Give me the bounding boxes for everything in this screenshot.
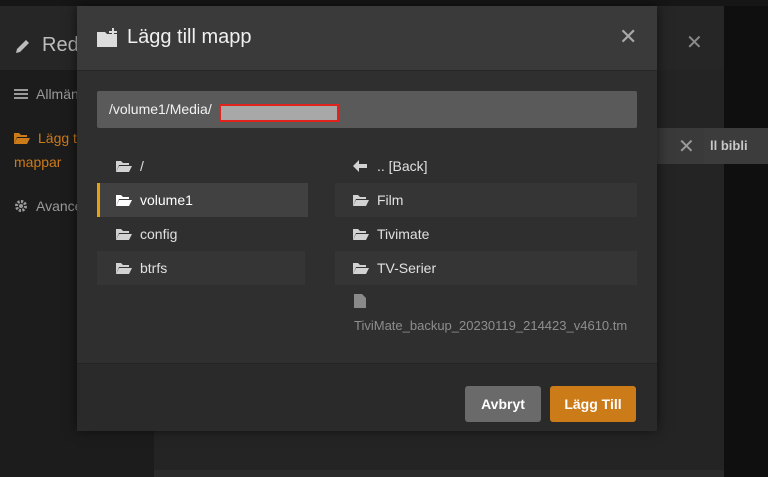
folder-open-icon (116, 194, 134, 207)
arrow-left-icon (353, 160, 371, 172)
background-title: Red (14, 34, 79, 57)
dialog-footer: Avbryt Lägg Till (77, 363, 657, 431)
background-title-text: Red (42, 34, 79, 56)
pencil-icon (14, 37, 32, 55)
entry-folder-film[interactable]: Film (335, 183, 637, 217)
folder-open-icon (353, 194, 371, 207)
sidebar-item-add-folders-line2: mappar (14, 154, 61, 170)
folder-open-icon (116, 228, 134, 241)
directory-item-btrfs[interactable]: btrfs (97, 251, 305, 285)
dialog-title: Lägg till mapp (97, 26, 252, 49)
entry-label: TV-Serier (377, 260, 437, 276)
background-library-button[interactable]: ll bibli (704, 128, 768, 164)
directory-label: volume1 (140, 192, 193, 208)
add-button[interactable]: Lägg Till (550, 386, 636, 422)
add-folder-dialog: Lägg till mapp ✕ /volume1/Media/ / volum… (77, 6, 657, 431)
directory-item-volume1[interactable]: volume1 (97, 183, 308, 217)
directory-label: config (140, 226, 178, 242)
path-text: /volume1/Media/ (109, 101, 212, 117)
folder-open-icon (14, 131, 30, 145)
entry-label: Film (377, 192, 404, 208)
file-icon (354, 294, 366, 308)
folder-open-icon (353, 262, 371, 275)
file-label: TiviMate_backup_20230119_214423_v4610.tm (354, 318, 628, 333)
folder-plus-icon (97, 27, 119, 48)
sidebar-item-general[interactable]: Allmän (14, 86, 79, 102)
directory-item-config[interactable]: config (97, 217, 305, 251)
path-field[interactable]: /volume1/Media/ (97, 91, 637, 128)
sidebar-item-add-folders[interactable]: Lägg ti (14, 130, 80, 146)
entry-folder-tivimate[interactable]: Tivimate (335, 217, 637, 251)
list-icon (14, 87, 28, 101)
remove-folder-icon[interactable]: ✕ (678, 134, 695, 159)
sidebar-item-label-2: mappar (14, 154, 62, 170)
sidebar-item-advanced[interactable]: Avance (14, 198, 82, 214)
dialog-header: Lägg till mapp ✕ (77, 6, 657, 71)
sidebar-item-label: Avance (36, 198, 83, 214)
folder-open-icon (116, 262, 134, 275)
gear-icon (14, 199, 28, 213)
cancel-button[interactable]: Avbryt (465, 386, 541, 422)
background-bottom-bar (154, 470, 724, 477)
sidebar-item-label: Allmän (36, 86, 79, 102)
entry-label: Tivimate (377, 226, 430, 242)
redacted-path-segment (219, 104, 339, 122)
folder-open-icon (116, 160, 134, 173)
directory-item-root[interactable]: / (97, 149, 305, 183)
entry-back[interactable]: .. [Back] (335, 149, 637, 183)
entry-label: .. [Back] (377, 158, 428, 174)
directory-label: btrfs (140, 260, 168, 276)
sidebar-item-label: Lägg ti (38, 130, 81, 146)
directory-label: / (140, 158, 144, 174)
close-icon[interactable]: ✕ (619, 24, 637, 50)
dialog-title-text: Lägg till mapp (127, 26, 252, 48)
folder-open-icon (353, 228, 371, 241)
entry-file-backup: TiviMate_backup_20230119_214423_v4610.tm (335, 292, 637, 340)
entry-folder-tv-serier[interactable]: TV-Serier (335, 251, 637, 285)
background-close-icon[interactable]: ✕ (686, 30, 703, 55)
